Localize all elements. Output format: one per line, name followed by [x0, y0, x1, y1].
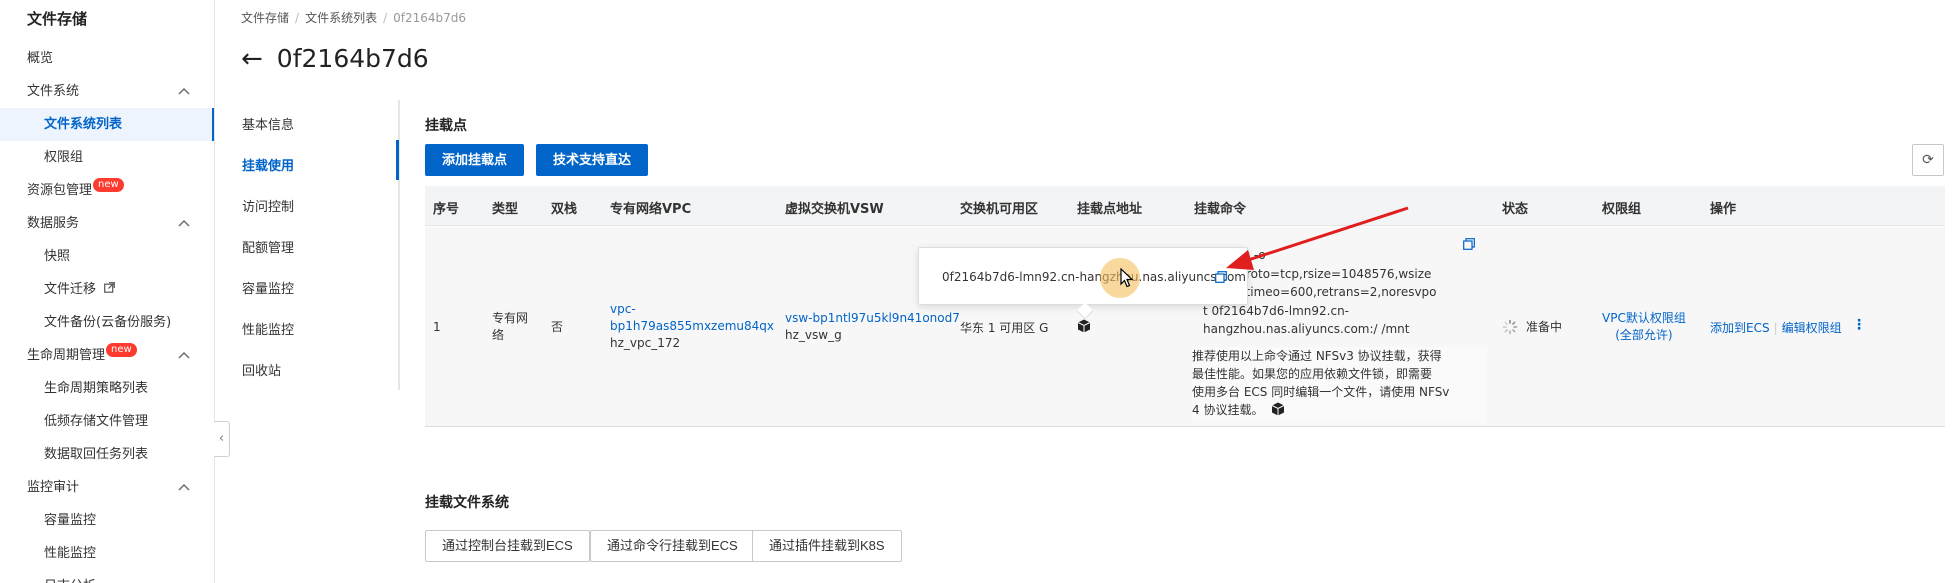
column-header: 操作 — [1710, 202, 1737, 217]
breadcrumb-current: 0f2164b7d6 — [393, 11, 467, 25]
mount-address-icon[interactable] — [1077, 319, 1091, 338]
column-header: 双栈 — [551, 202, 578, 217]
breadcrumb-file-storage[interactable]: 文件存储 — [241, 11, 289, 25]
column-header: 专有网络VPC — [610, 202, 692, 217]
mount-address-tooltip: 0f2164b7d6-lmn92.cn-hangzhou.nas.aliyunc… — [918, 247, 1248, 320]
sidebar-item-file-backup[interactable]: 文件备份(云备份服务) — [0, 306, 214, 339]
active-tab-indicator — [396, 140, 399, 180]
new-badge: new — [93, 178, 124, 192]
cell-permission-group: VPC默认权限组 (全部允许) — [1602, 310, 1686, 344]
tab-mount-usage[interactable]: 挂载使用 — [242, 155, 294, 174]
tab-quota-management[interactable]: 配额管理 — [242, 237, 294, 256]
sidebar-item-permission-group[interactable]: 权限组 — [0, 141, 214, 174]
breadcrumb: 文件存储 / 文件系统列表 / 0f2164b7d6 — [241, 9, 466, 26]
mouse-cursor-icon — [1120, 268, 1134, 288]
cell-vsw: vsw-bp1ntl97u5kl9n41onod7 hz_vsw_g — [785, 311, 960, 342]
add-mount-point-button[interactable]: 添加挂载点 — [425, 144, 525, 176]
mount-via-k8s-plugin-button[interactable]: 通过插件挂载到K8S — [752, 530, 902, 562]
mount-points-table: 序号 类型 双栈 专有网络VPC 虚拟交换机VSW 交换机可用区 挂载点地址 挂… — [425, 186, 1945, 442]
mount-points-title: 挂载点 — [425, 118, 467, 134]
cell-type: 专有网络 — [492, 311, 529, 342]
sidebar-group-file-system[interactable]: 文件系统 — [0, 75, 214, 108]
back-arrow-icon[interactable]: ← — [241, 44, 263, 74]
sidebar-item-performance-monitor[interactable]: 性能监控 — [0, 537, 214, 570]
sidebar-collapse-button[interactable]: ‹ — [214, 421, 230, 457]
tab-capacity-monitor[interactable]: 容量监控 — [242, 278, 294, 297]
tab-access-control[interactable]: 访问控制 — [242, 196, 294, 215]
column-header: 虚拟交换机VSW — [785, 202, 884, 217]
copy-command-icon[interactable] — [1463, 237, 1475, 254]
column-header: 权限组 — [1602, 202, 1642, 217]
mount-via-console-button[interactable]: 通过控制台挂载到ECS — [425, 530, 590, 562]
breadcrumb-separator: / — [383, 11, 388, 25]
new-badge: new — [106, 343, 137, 357]
column-header: 交换机可用区 — [960, 202, 1039, 217]
cell-actions: 添加到ECS | 编辑权限组 — [1710, 320, 1842, 337]
vpc-link[interactable]: vpc-bp1h79as855mxzemu84qx — [610, 302, 774, 333]
sidebar-group-lifecycle[interactable]: 生命周期管理 new — [0, 339, 214, 372]
sidebar-group-monitoring-audit[interactable]: 监控审计 — [0, 471, 214, 504]
vsw-link[interactable]: vsw-bp1ntl97u5kl9n41onod7 — [785, 311, 960, 325]
mount-via-cli-button[interactable]: 通过命令行挂载到ECS — [590, 530, 755, 562]
tech-support-button[interactable]: 技术支持直达 — [536, 144, 649, 176]
edit-permission-group-link[interactable]: 编辑权限组 — [1782, 321, 1842, 335]
column-header: 类型 — [492, 202, 519, 217]
sidebar-item-file-system-list[interactable]: 文件系统列表 — [0, 108, 214, 141]
page-title-text: 0f2164b7d6 — [276, 44, 429, 73]
sidebar-title: 文件存储 — [27, 10, 88, 28]
sidebar-item-snapshot[interactable]: 快照 — [0, 240, 214, 273]
page-title: ← 0f2164b7d6 — [241, 44, 429, 74]
annotation-arrow-icon — [1226, 206, 1409, 270]
refresh-button[interactable]: ⟳ — [1912, 144, 1944, 176]
cell-zone: 华东 1 可用区 G — [960, 321, 1049, 335]
refresh-icon: ⟳ — [1922, 152, 1934, 168]
sidebar-item-resource-package[interactable]: 资源包管理 new — [0, 174, 214, 207]
cell-vpc: vpc-bp1h79as855mxzemu84qx hz_vpc_172 — [610, 302, 775, 350]
mount-file-system-title: 挂载文件系统 — [425, 495, 509, 511]
more-actions-icon[interactable]: ⋮ — [1852, 317, 1866, 333]
sidebar-item-lifecycle-policy[interactable]: 生命周期策略列表 — [0, 372, 214, 405]
detail-tab-nav: 基本信息 挂载使用 访问控制 配额管理 容量监控 性能监控 回收站 — [215, 100, 400, 390]
column-header: 序号 — [433, 202, 460, 217]
breadcrumb-file-system-list[interactable]: 文件系统列表 — [305, 11, 377, 25]
cube-icon — [1272, 402, 1285, 416]
table-header: 序号 类型 双栈 专有网络VPC 虚拟交换机VSW 交换机可用区 挂载点地址 挂… — [425, 186, 1945, 226]
cell-status: 准备中 — [1502, 319, 1562, 336]
sidebar-item-infrequent-access[interactable]: 低频存储文件管理 — [0, 405, 214, 438]
mount-address-text: 0f2164b7d6-lmn92.cn-hangzhou.nas.aliyunc… — [942, 270, 1246, 284]
sidebar-group-data-service[interactable]: 数据服务 — [0, 207, 214, 240]
mount-command-note: 推荐使用以上命令通过 NFSv3 协议挂载，获得 最佳性能。如果您的应用依赖文件… — [1192, 347, 1487, 423]
loading-icon — [1502, 319, 1518, 335]
sidebar-item-capacity-monitor[interactable]: 容量监控 — [0, 504, 214, 537]
external-link-icon — [104, 282, 115, 296]
cell-index: 1 — [433, 320, 441, 334]
sidebar: 文件存储 概览 文件系统 文件系统列表 权限组 资源包管理 new 数据服务 快照… — [0, 0, 215, 583]
tab-basic-info[interactable]: 基本信息 — [242, 114, 294, 133]
sidebar-item-log-analysis[interactable]: 日志分析 — [0, 570, 214, 583]
permission-group-link[interactable]: VPC默认权限组 (全部允许) — [1602, 311, 1686, 342]
add-to-ecs-link[interactable]: 添加到ECS — [1710, 321, 1770, 335]
tab-recycle-bin[interactable]: 回收站 — [242, 360, 281, 379]
sidebar-item-overview[interactable]: 概览 — [0, 42, 214, 75]
cell-dual-stack: 否 — [551, 320, 564, 334]
sidebar-item-data-retrieval[interactable]: 数据取回任务列表 — [0, 438, 214, 471]
column-header: 挂载点地址 — [1077, 202, 1143, 217]
breadcrumb-separator: / — [295, 11, 300, 25]
column-header: 状态 — [1502, 202, 1529, 217]
tab-performance-monitor[interactable]: 性能监控 — [242, 319, 294, 338]
sidebar-item-file-migration[interactable]: 文件迁移 — [0, 273, 214, 306]
action-separator: | — [1773, 321, 1778, 335]
